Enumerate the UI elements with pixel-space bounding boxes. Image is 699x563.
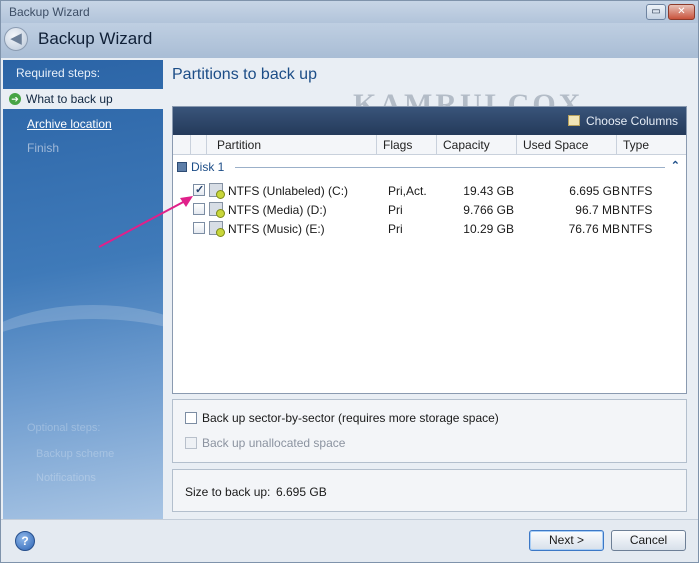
unallocated-checkbox — [185, 437, 197, 449]
optional-steps-ghost-label: Optional steps: — [27, 422, 101, 434]
step-finish: Finish — [27, 141, 60, 155]
column-header-used-space[interactable]: Used Space — [517, 135, 617, 155]
optional-step-ghost: Backup scheme — [36, 448, 115, 460]
required-steps-label: Required steps: — [16, 66, 101, 80]
minimize-icon[interactable]: ▭ — [646, 4, 666, 20]
partition-flags: Pri — [388, 222, 403, 236]
sector-by-sector-option[interactable]: Back up sector-by-sector (requires more … — [185, 410, 499, 426]
partition-type: NTFS — [621, 203, 653, 217]
collapse-chevron-icon[interactable]: ⌃ — [671, 159, 680, 172]
unallocated-option: Back up unallocated space — [185, 435, 345, 451]
column-header-flags[interactable]: Flags — [377, 135, 437, 155]
backup-wizard-window: Backup Wizard ▭ ✕ ◀ Backup Wizard Requir… — [0, 0, 699, 563]
help-icon[interactable]: ? — [15, 531, 35, 551]
page-title: Partitions to back up — [172, 66, 317, 83]
grid-toolbar: Choose Columns — [173, 107, 686, 135]
title-bar: Backup Wizard ▭ ✕ — [1, 1, 698, 23]
partition-icon — [209, 221, 225, 237]
choose-columns-label: Choose Columns — [585, 114, 678, 128]
step-archive-location[interactable]: Archive location — [3, 114, 163, 134]
columns-icon — [567, 115, 580, 126]
group-divider — [235, 167, 665, 168]
partition-capacity: 9.766 GB — [463, 203, 514, 217]
partition-used-space: 6.695 GB — [569, 184, 620, 198]
disk-icon — [177, 162, 187, 172]
main-content: Partitions to back up KAMRULCOX Choose C… — [163, 58, 698, 519]
column-header-row: Partition Flags Capacity Used Space Type — [173, 135, 686, 155]
size-to-back-up-value: 6.695 GB — [276, 485, 327, 499]
disk-label: Disk 1 — [191, 160, 225, 174]
partition-icon — [209, 202, 225, 218]
cancel-button[interactable]: Cancel — [611, 530, 686, 551]
close-icon[interactable]: ✕ — [668, 4, 695, 20]
steps-sidebar: Required steps: ➔ What to back up Archiv… — [3, 60, 163, 519]
step-label: What to back up — [26, 92, 113, 106]
column-header-partition[interactable]: Partition — [207, 135, 377, 155]
current-step-arrow-icon: ➔ — [9, 93, 21, 105]
next-button[interactable]: Next > — [529, 530, 604, 551]
wizard-header: ◀ Backup Wizard — [1, 23, 698, 58]
partition-name: NTFS (Unlabeled) (C:) — [228, 184, 349, 198]
partition-flags: Pri,Act. — [388, 184, 427, 198]
step-what-to-back-up[interactable]: ➔ What to back up — [3, 89, 163, 109]
column-header-check[interactable] — [191, 135, 207, 155]
partition-row[interactable]: NTFS (Music) (E:) Pri 10.29 GB 76.76 MB … — [173, 219, 686, 238]
sector-by-sector-label: Back up sector-by-sector (requires more … — [202, 411, 499, 425]
partition-row[interactable]: NTFS (Media) (D:) Pri 9.766 GB 96.7 MB N… — [173, 200, 686, 219]
annotation-arrow-icon — [98, 196, 193, 248]
partition-type: NTFS — [621, 184, 653, 198]
partition-name: NTFS (Media) (D:) — [228, 203, 327, 217]
partition-capacity: 19.43 GB — [463, 184, 514, 198]
partition-used-space: 96.7 MB — [575, 203, 620, 217]
size-summary-panel: Size to back up: 6.695 GB — [172, 469, 687, 512]
column-header-spacer — [173, 135, 191, 155]
backup-options-panel: Back up sector-by-sector (requires more … — [172, 399, 687, 463]
size-to-back-up-label: Size to back up: — [185, 485, 271, 499]
column-header-type[interactable]: Type — [617, 135, 662, 155]
sidebar-decoration — [3, 305, 163, 425]
partition-grid: Choose Columns Partition Flags Capacity … — [172, 106, 687, 394]
unallocated-label: Back up unallocated space — [202, 436, 346, 450]
column-header-capacity[interactable]: Capacity — [437, 135, 517, 155]
partition-used-space: 76.76 MB — [568, 222, 620, 236]
sector-by-sector-checkbox[interactable] — [185, 412, 197, 424]
window-title: Backup Wizard — [9, 5, 90, 19]
wizard-footer: ? Next > Cancel — [1, 519, 698, 562]
partition-type: NTFS — [621, 222, 653, 236]
choose-columns-button[interactable]: Choose Columns — [567, 114, 678, 128]
partition-flags: Pri — [388, 203, 403, 217]
back-arrow-icon[interactable]: ◀ — [4, 27, 28, 51]
partition-icon — [209, 183, 225, 199]
partition-name: NTFS (Music) (E:) — [228, 222, 325, 236]
optional-step-ghost: Notifications — [36, 472, 96, 484]
partition-capacity: 10.29 GB — [463, 222, 514, 236]
header-title: Backup Wizard — [38, 29, 153, 48]
partition-row[interactable]: NTFS (Unlabeled) (C:) Pri,Act. 19.43 GB … — [173, 181, 686, 200]
disk-group-row[interactable]: Disk 1 ⌃ — [177, 159, 682, 175]
